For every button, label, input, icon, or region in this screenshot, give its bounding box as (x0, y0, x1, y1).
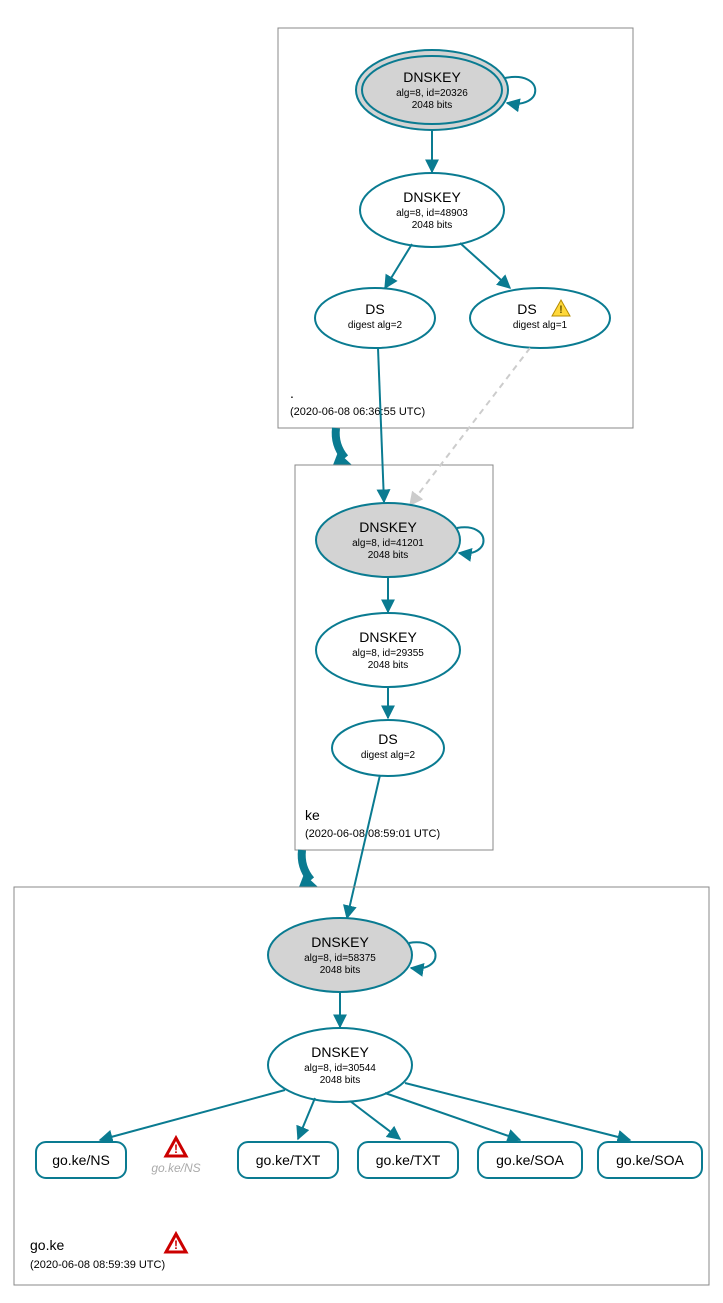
edge-zsk-txt2 (350, 1101, 400, 1139)
node-root-ds1: DS digest alg=1 ! (470, 288, 610, 348)
delegation-root-ke (336, 428, 345, 458)
svg-text:alg=8, id=30544: alg=8, id=30544 (304, 1063, 376, 1074)
svg-text:2048 bits: 2048 bits (368, 660, 409, 671)
edge-root-zsk-ds1 (460, 243, 510, 288)
svg-text:!: ! (174, 1238, 178, 1252)
svg-text:DS: DS (378, 731, 397, 747)
edge-ds1-keksk (410, 348, 530, 505)
svg-text:go.ke/NS: go.ke/NS (151, 1161, 200, 1175)
edge-root-ksk-self (505, 77, 535, 104)
svg-text:DNSKEY: DNSKEY (311, 934, 369, 950)
edge-root-zsk-ds2 (385, 244, 412, 288)
svg-text:2048 bits: 2048 bits (368, 550, 409, 561)
zone-ts-ke: (2020-06-08 08:59:01 UTC) (305, 828, 440, 840)
svg-text:digest alg=1: digest alg=1 (513, 320, 568, 331)
svg-text:alg=8, id=58375: alg=8, id=58375 (304, 953, 376, 964)
svg-text:alg=8, id=48903: alg=8, id=48903 (396, 208, 468, 219)
node-ke-ds: DS digest alg=2 (332, 720, 444, 776)
svg-text:alg=8, id=20326: alg=8, id=20326 (396, 88, 468, 99)
svg-text:!: ! (174, 1142, 178, 1156)
error-icon: ! (166, 1234, 186, 1252)
svg-text:2048 bits: 2048 bits (412, 220, 453, 231)
rr-txt2: go.ke/TXT (358, 1142, 458, 1178)
svg-text:go.ke/TXT: go.ke/TXT (256, 1152, 321, 1168)
svg-text:go.ke/SOA: go.ke/SOA (616, 1152, 684, 1168)
zone-ts-root: (2020-06-08 06:36:55 UTC) (290, 406, 425, 418)
node-ke-zsk: DNSKEY alg=8, id=29355 2048 bits (316, 613, 460, 687)
zone-ts-goke: (2020-06-08 08:59:39 UTC) (30, 1259, 165, 1271)
node-ke-ksk: DNSKEY alg=8, id=41201 2048 bits (316, 503, 460, 577)
svg-text:DNSKEY: DNSKEY (403, 69, 461, 85)
rr-soa2: go.ke/SOA (598, 1142, 702, 1178)
edge-keds-gokeksk (347, 775, 380, 918)
zone-title-root: . (290, 385, 294, 401)
rr-soa1: go.ke/SOA (478, 1142, 582, 1178)
svg-text:2048 bits: 2048 bits (320, 1075, 361, 1086)
rr-ns-error: ! go.ke/NS (151, 1138, 200, 1175)
rr-ns: go.ke/NS (36, 1142, 126, 1178)
svg-text:DNSKEY: DNSKEY (359, 629, 417, 645)
rr-txt1: go.ke/TXT (238, 1142, 338, 1178)
edge-zsk-soa1 (385, 1093, 520, 1140)
node-root-ds2: DS digest alg=2 (315, 288, 435, 348)
svg-text:DS: DS (365, 301, 384, 317)
svg-text:2048 bits: 2048 bits (320, 965, 361, 976)
svg-text:alg=8, id=41201: alg=8, id=41201 (352, 538, 424, 549)
delegation-ke-goke (302, 850, 311, 880)
svg-text:digest alg=2: digest alg=2 (361, 750, 416, 761)
svg-text:DNSKEY: DNSKEY (403, 189, 461, 205)
node-root-zsk: DNSKEY alg=8, id=48903 2048 bits (360, 173, 504, 247)
node-root-ksk: DNSKEY alg=8, id=20326 2048 bits (356, 50, 508, 130)
svg-text:DS: DS (517, 301, 536, 317)
svg-text:DNSKEY: DNSKEY (359, 519, 417, 535)
node-goke-zsk: DNSKEY alg=8, id=30544 2048 bits (268, 1028, 412, 1102)
svg-text:2048 bits: 2048 bits (412, 100, 453, 111)
node-goke-ksk: DNSKEY alg=8, id=58375 2048 bits (268, 918, 412, 992)
svg-text:alg=8, id=29355: alg=8, id=29355 (352, 648, 424, 659)
zone-title-ke: ke (305, 807, 320, 823)
svg-text:!: ! (559, 304, 563, 316)
zone-title-goke: go.ke (30, 1237, 64, 1253)
edge-zsk-txt1 (298, 1098, 315, 1139)
svg-text:go.ke/TXT: go.ke/TXT (376, 1152, 441, 1168)
edge-zsk-ns (100, 1090, 285, 1140)
svg-text:digest alg=2: digest alg=2 (348, 320, 403, 331)
svg-text:DNSKEY: DNSKEY (311, 1044, 369, 1060)
svg-text:go.ke/SOA: go.ke/SOA (496, 1152, 564, 1168)
svg-text:go.ke/NS: go.ke/NS (52, 1152, 110, 1168)
edge-ds2-keksk (378, 348, 384, 502)
error-icon: ! (166, 1138, 186, 1156)
